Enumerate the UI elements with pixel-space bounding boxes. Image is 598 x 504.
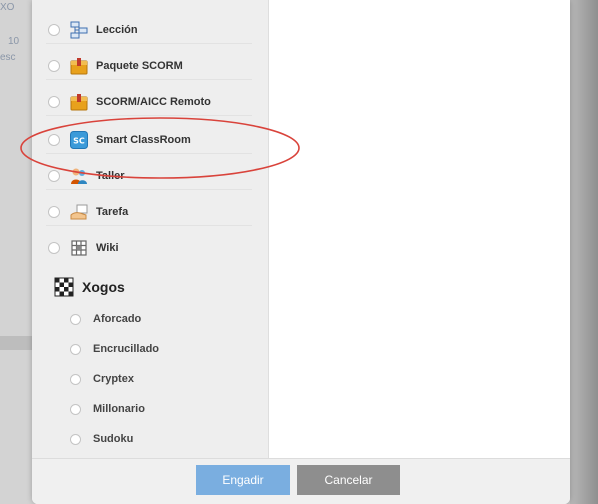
row-divider <box>46 225 252 226</box>
game-option-cryptex[interactable]: Cryptex <box>32 366 268 392</box>
dialog-footer: Engadir Cancelar <box>32 458 570 504</box>
modal-side-shadow <box>570 0 598 504</box>
activity-chooser-dialog: Lección Paquete SCORM SCORM/AICC Remoto <box>32 0 570 504</box>
background-text: esc <box>0 52 16 63</box>
game-radio[interactable] <box>70 433 81 445</box>
module-label: Wiki <box>96 242 119 254</box>
module-radio[interactable] <box>48 96 60 108</box>
module-option-scorm-aicc-remoto[interactable]: SCORM/AICC Remoto <box>32 88 268 116</box>
module-radio[interactable] <box>48 242 60 254</box>
game-label: Cryptex <box>93 373 134 385</box>
games-checkerboard-icon <box>54 277 74 297</box>
game-option-aforcado[interactable]: Aforcado <box>32 306 268 332</box>
cancel-button[interactable]: Cancelar <box>297 465 400 495</box>
module-option-wiki[interactable]: Wiki <box>32 234 268 262</box>
games-group-header: Xogos <box>32 272 268 302</box>
game-radio[interactable] <box>70 403 81 415</box>
game-label: Aforcado <box>93 313 142 325</box>
game-label: Millonario <box>93 403 145 415</box>
game-option-millonario[interactable]: Millonario <box>32 396 268 422</box>
module-radio[interactable] <box>48 24 60 36</box>
wiki-grid-icon <box>71 240 87 256</box>
game-radio[interactable] <box>70 313 81 325</box>
games-group-label: Xogos <box>82 279 125 295</box>
game-label: Encrucillado <box>93 343 160 355</box>
background-text: 10 <box>8 36 20 47</box>
module-label: Tarefa <box>96 206 129 218</box>
module-radio[interactable] <box>48 206 60 218</box>
row-divider <box>46 43 252 44</box>
module-option-paquete-scorm[interactable]: Paquete SCORM <box>32 52 268 80</box>
game-option-sudoku[interactable]: Sudoku <box>32 426 268 452</box>
package-box-icon <box>70 94 88 111</box>
row-divider <box>46 189 252 190</box>
add-button[interactable]: Engadir <box>196 465 290 495</box>
game-radio[interactable] <box>70 373 81 385</box>
game-radio[interactable] <box>70 343 81 355</box>
lesson-flowchart-icon <box>70 21 88 39</box>
assignment-hand-icon <box>70 204 88 220</box>
background-text: XO <box>0 2 15 13</box>
module-description-panel <box>268 0 570 458</box>
module-option-tarefa[interactable]: Tarefa <box>32 198 268 226</box>
module-label: SCORM/AICC Remoto <box>96 96 211 108</box>
module-option-leccion[interactable]: Lección <box>32 16 268 44</box>
row-divider <box>46 79 252 80</box>
module-list[interactable]: Lección Paquete SCORM SCORM/AICC Remoto <box>32 0 268 458</box>
module-label: Paquete SCORM <box>96 60 183 72</box>
game-option-encrucillado[interactable]: Encrucillado <box>32 336 268 362</box>
highlight-ellipse-annotation <box>20 117 300 179</box>
package-box-icon <box>70 58 88 75</box>
module-radio[interactable] <box>48 60 60 72</box>
game-label: Sudoku <box>93 433 134 445</box>
module-label: Lección <box>96 24 138 36</box>
